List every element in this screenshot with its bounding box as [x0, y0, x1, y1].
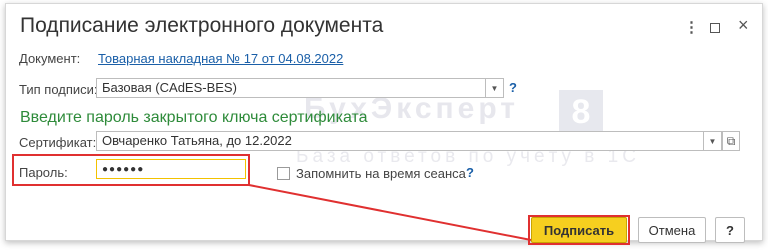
sign-button[interactable]: Подписать	[531, 217, 627, 243]
highlight-arrow	[248, 184, 532, 241]
signing-dialog: Подписание электронного документа ⋮ × Бу…	[5, 3, 763, 245]
help-button[interactable]: ?	[715, 217, 745, 243]
cancel-button[interactable]: Отмена	[638, 217, 706, 243]
